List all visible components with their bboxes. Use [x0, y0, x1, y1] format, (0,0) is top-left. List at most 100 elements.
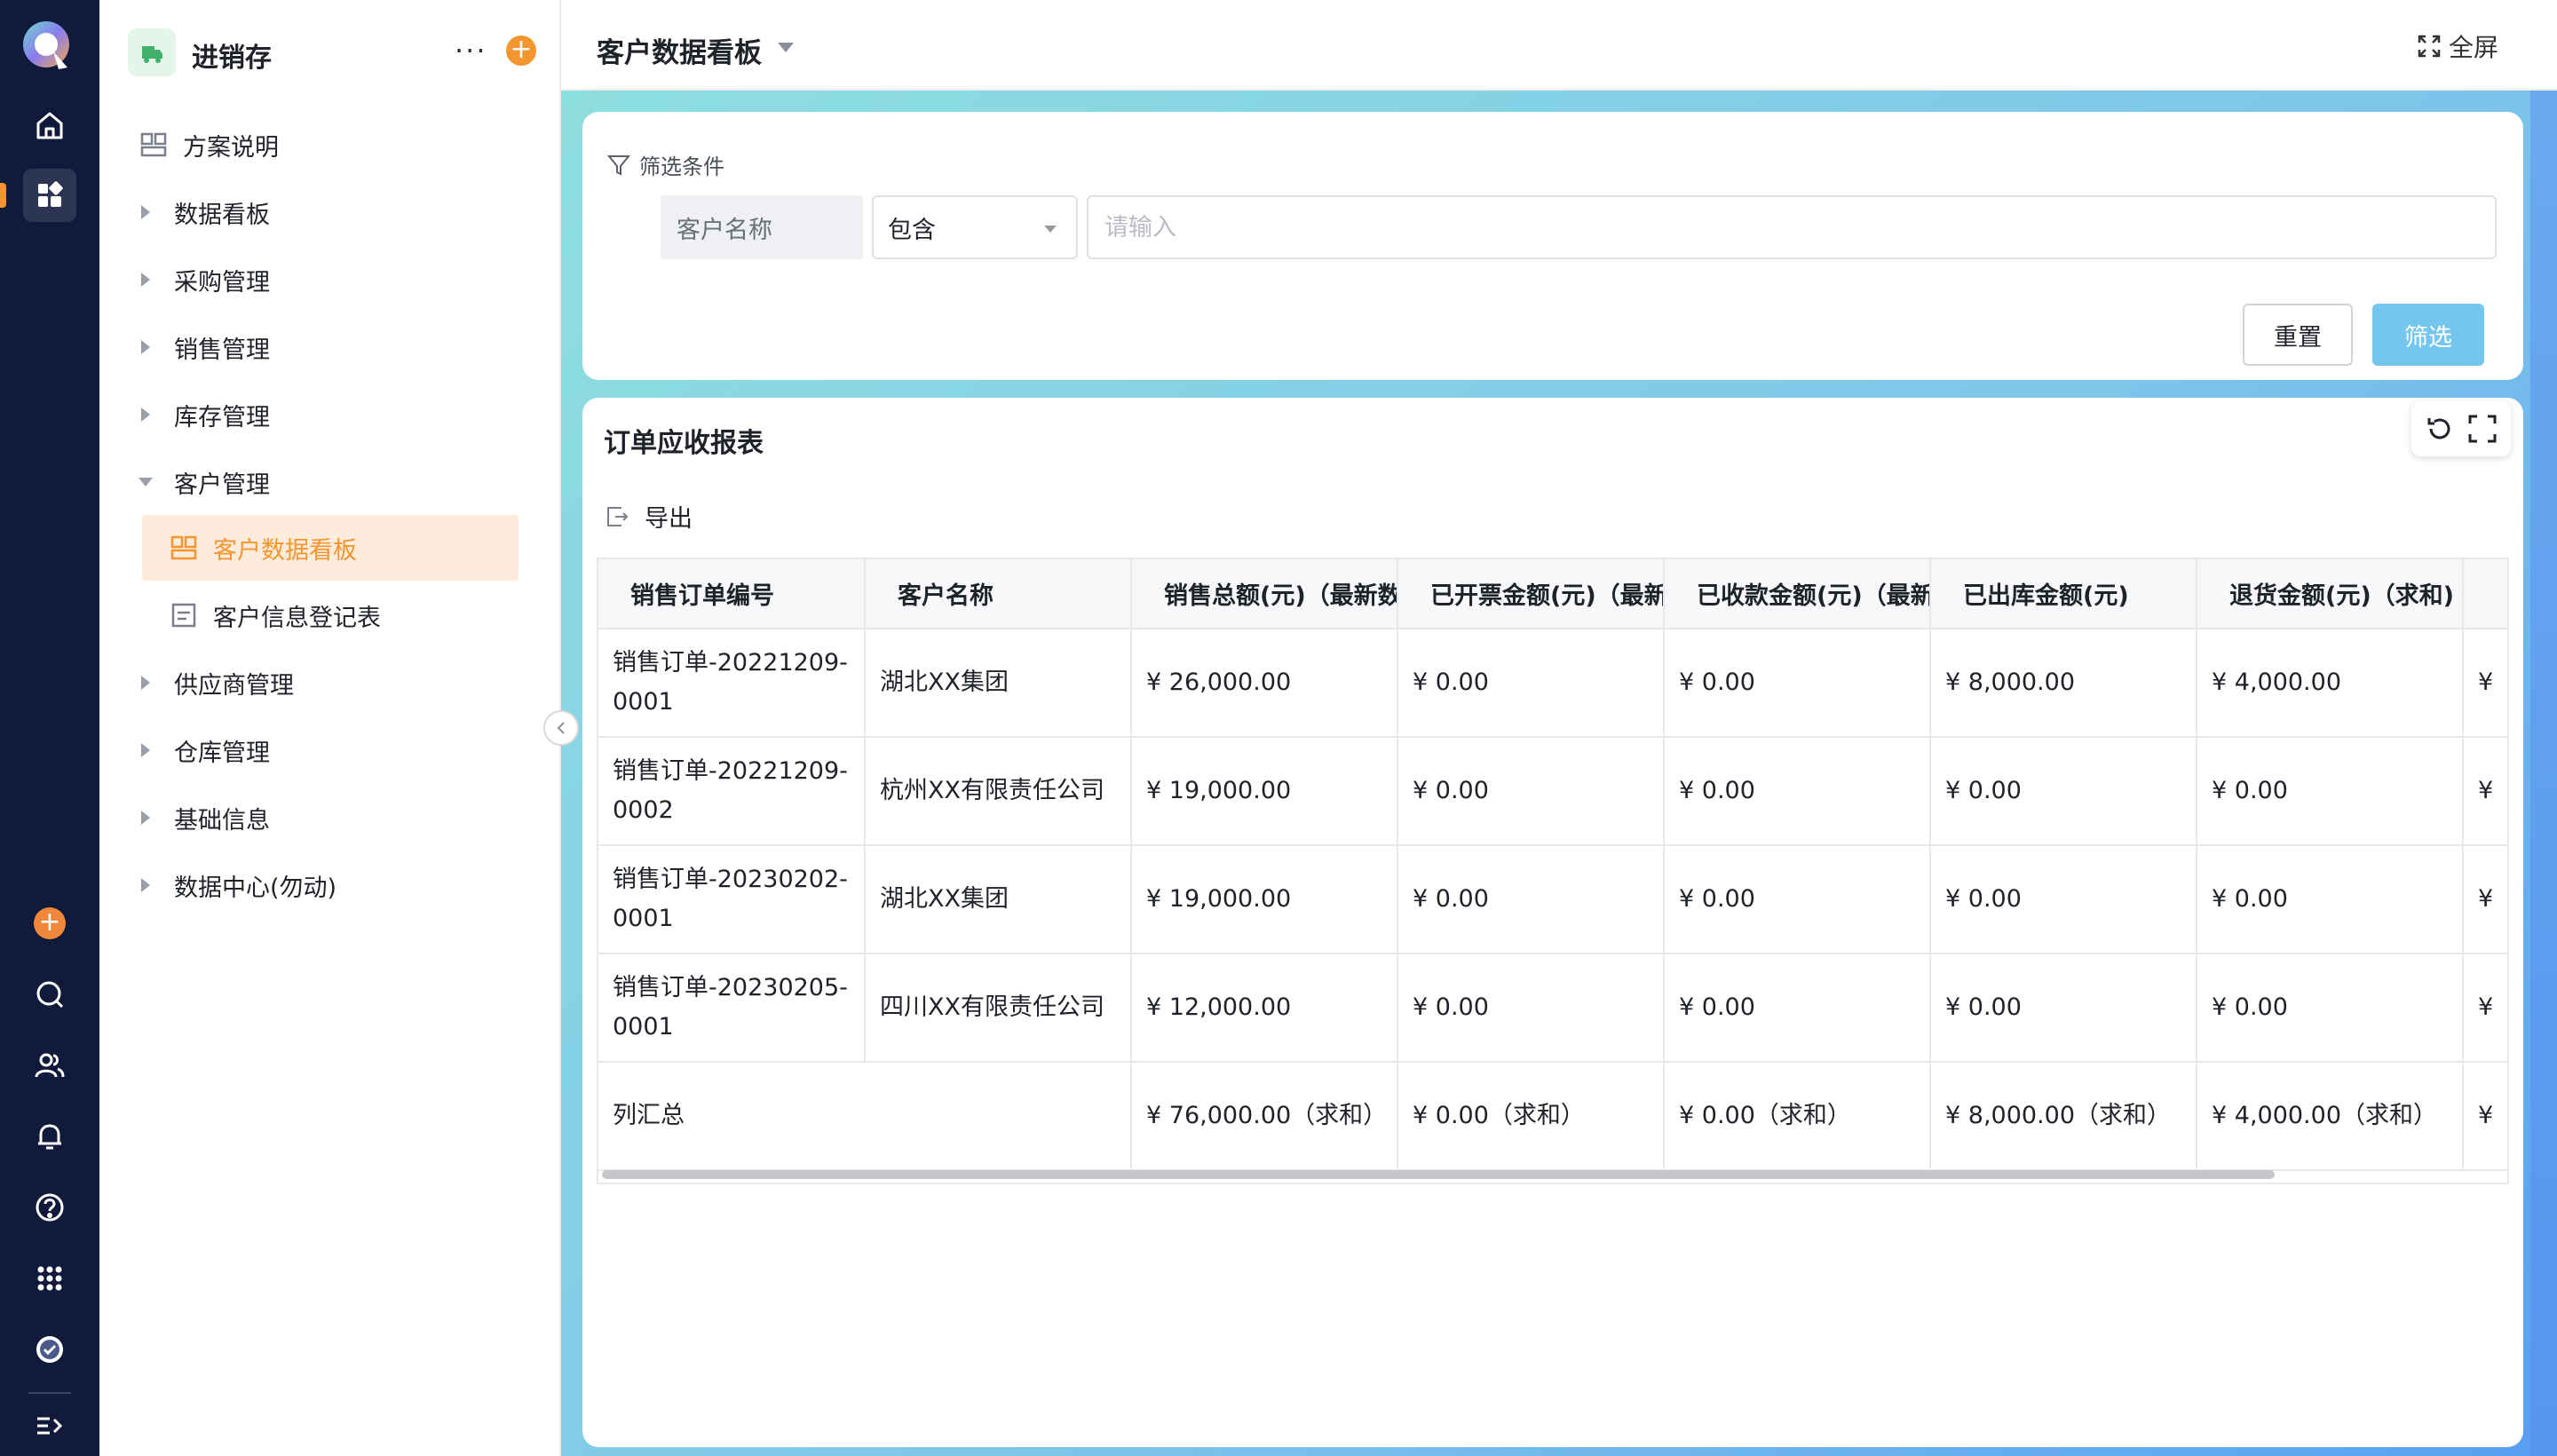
column-header[interactable]: 退货金额(元)（求和) [2197, 559, 2464, 629]
reset-button[interactable]: 重置 [2243, 304, 2353, 366]
shipped-amount-cell: ¥ 0.00 [1930, 954, 2197, 1063]
nav-item-customer-dashboard[interactable]: 客户数据看板 [142, 515, 519, 581]
nav-item-label: 仓库管理 [174, 739, 270, 767]
form-icon [169, 600, 199, 630]
nav-item-label: 供应商管理 [174, 671, 294, 700]
nav-item-purchase[interactable]: 采购管理 [126, 247, 531, 313]
column-header[interactable]: 已收款金额(元)（最新 [1664, 559, 1931, 629]
more-icon[interactable]: ··· [455, 36, 487, 65]
column-header[interactable]: 客户名称 [865, 559, 1132, 629]
order-number-cell: 销售订单-20230202-0001 [598, 845, 866, 954]
nav-item-data-center[interactable]: 数据中心(勿动) [126, 852, 531, 918]
received-amount-cell: ¥ 0.00 [1664, 737, 1931, 846]
filter-header: 筛选条件 [607, 149, 724, 180]
column-header[interactable] [2463, 559, 2507, 629]
report-card: 订单应收报表 导出 销售订单编号 客户名称 销售总额(元)（最新数 已开票金额(… [582, 398, 2523, 1447]
order-number-cell: 销售订单-20230205-0001 [598, 954, 866, 1063]
report-title: 订单应收报表 [604, 428, 764, 459]
nav-item-label: 方案说明 [183, 133, 279, 162]
nav-item-label: 基础信息 [174, 806, 270, 835]
column-header[interactable]: 销售总额(元)（最新数 [1131, 559, 1398, 629]
nav-item-dashboard[interactable]: 数据看板 [126, 179, 531, 245]
nav-panel: 进销存 ··· + 方案说明 数据看板 采购管理 销售管理 库存管理 客户管理 … [99, 0, 561, 1456]
home-icon[interactable] [28, 105, 71, 147]
nav-item-supplier[interactable]: 供应商管理 [126, 650, 531, 716]
add-button[interactable]: + [506, 36, 536, 66]
apps-icon[interactable] [28, 1257, 71, 1300]
nav-item-sales[interactable]: 销售管理 [126, 314, 531, 380]
caret-down-icon[interactable] [778, 43, 794, 52]
nav-item-customer-form[interactable]: 客户信息登记表 [142, 582, 519, 648]
nav-item-plan[interactable]: 方案说明 [126, 112, 531, 178]
fullscreen-button[interactable]: 全屏 [2417, 28, 2498, 64]
shipped-amount-cell: ¥ 0.00 [1930, 737, 2197, 846]
nav-item-basic-info[interactable]: 基础信息 [126, 785, 531, 851]
nav-item-inventory[interactable]: 库存管理 [126, 382, 531, 447]
filter-value-input[interactable] [1087, 195, 2497, 259]
sales-amount-cell: ¥ 19,000.00 [1131, 845, 1398, 954]
app-name: 进销存 [192, 43, 272, 74]
rail-divider [28, 1392, 71, 1394]
refresh-icon[interactable] [2424, 413, 2456, 445]
caret-right-icon [133, 200, 158, 225]
logo-icon[interactable] [20, 18, 76, 75]
page-header: 客户数据看板 全屏 [561, 0, 2557, 91]
search-icon[interactable] [28, 973, 71, 1016]
fullscreen-icon[interactable] [2466, 413, 2498, 445]
received-amount-cell: ¥ 0.00 [1664, 629, 1931, 738]
report-toolbar [2411, 401, 2511, 456]
nav-item-label: 数据看板 [174, 201, 270, 229]
caret-right-icon [133, 335, 158, 360]
filter-operator-select[interactable]: 包含 [872, 195, 1078, 259]
received-amount-cell: ¥ 0.00 [1664, 954, 1931, 1063]
horizontal-scrollbar[interactable] [602, 1170, 2275, 1179]
layout-icon [139, 130, 169, 160]
table-row[interactable]: 销售订单-20221209-0002 杭州XX有限责任公司 ¥ 19,000.0… [598, 737, 2507, 846]
expand-menu-icon[interactable] [28, 1405, 71, 1447]
caret-right-icon [133, 805, 158, 830]
vertical-scrollbar[interactable] [2530, 91, 2557, 1456]
collapse-sidebar-button[interactable] [543, 710, 579, 746]
plus-icon[interactable]: + [34, 907, 66, 939]
extra-cell: ¥ [2463, 845, 2507, 954]
export-button[interactable]: 导出 [606, 499, 693, 534]
table-row[interactable]: 销售订单-20221209-0001 湖北XX集团 ¥ 26,000.00 ¥ … [598, 629, 2507, 738]
customer-cell: 湖北XX集团 [865, 845, 1132, 954]
summary-extra-cell: ¥ [2463, 1062, 2507, 1171]
nav-item-warehouse[interactable]: 仓库管理 [126, 717, 531, 783]
sales-amount-cell: ¥ 12,000.00 [1131, 954, 1398, 1063]
filter-submit-button[interactable]: 筛选 [2372, 304, 2484, 366]
filter-icon [607, 154, 630, 176]
fullscreen-icon [2418, 35, 2441, 58]
table-row[interactable]: 销售订单-20230202-0001 湖北XX集团 ¥ 19,000.00 ¥ … [598, 845, 2507, 954]
summary-row: 列汇总 ¥ 76,000.00（求和） ¥ 0.00（求和） ¥ 0.00（求和… [598, 1062, 2507, 1171]
table-row[interactable]: 销售订单-20230205-0001 四川XX有限责任公司 ¥ 12,000.0… [598, 954, 2507, 1063]
page-title[interactable]: 客户数据看板 [597, 30, 762, 70]
nav-item-customer[interactable]: 客户管理 [126, 449, 531, 515]
received-amount-cell: ¥ 0.00 [1664, 845, 1931, 954]
column-header[interactable]: 销售订单编号 [598, 559, 866, 629]
summary-shipped-cell: ¥ 8,000.00（求和） [1930, 1062, 2197, 1171]
invoiced-amount-cell: ¥ 0.00 [1397, 629, 1665, 738]
sales-amount-cell: ¥ 19,000.00 [1131, 737, 1398, 846]
column-header[interactable]: 已出库金额(元) [1930, 559, 2197, 629]
caret-right-icon [133, 402, 158, 427]
customer-cell: 杭州XX有限责任公司 [865, 737, 1132, 846]
bell-icon[interactable] [28, 1115, 71, 1158]
users-icon[interactable] [28, 1044, 71, 1087]
dashboard-icon[interactable] [28, 174, 71, 217]
verified-icon[interactable] [28, 1328, 71, 1371]
nav-item-label: 数据中心(勿动) [174, 874, 337, 902]
order-number-cell: 销售订单-20221209-0001 [598, 629, 866, 738]
main-content: 筛选条件 客户名称 包含 重置 筛选 订单应收报表 导出 [561, 91, 2557, 1456]
extra-cell: ¥ [2463, 629, 2507, 738]
left-rail: + [0, 0, 99, 1456]
extra-cell: ¥ [2463, 954, 2507, 1063]
help-icon[interactable] [28, 1186, 71, 1229]
invoiced-amount-cell: ¥ 0.00 [1397, 954, 1665, 1063]
nav-item-label: 客户管理 [174, 471, 270, 499]
chevron-down-icon [1044, 226, 1057, 233]
column-header[interactable]: 已开票金额(元)（最新 [1397, 559, 1665, 629]
summary-returned-cell: ¥ 4,000.00（求和） [2197, 1062, 2464, 1171]
filter-field-label[interactable]: 客户名称 [661, 195, 863, 259]
